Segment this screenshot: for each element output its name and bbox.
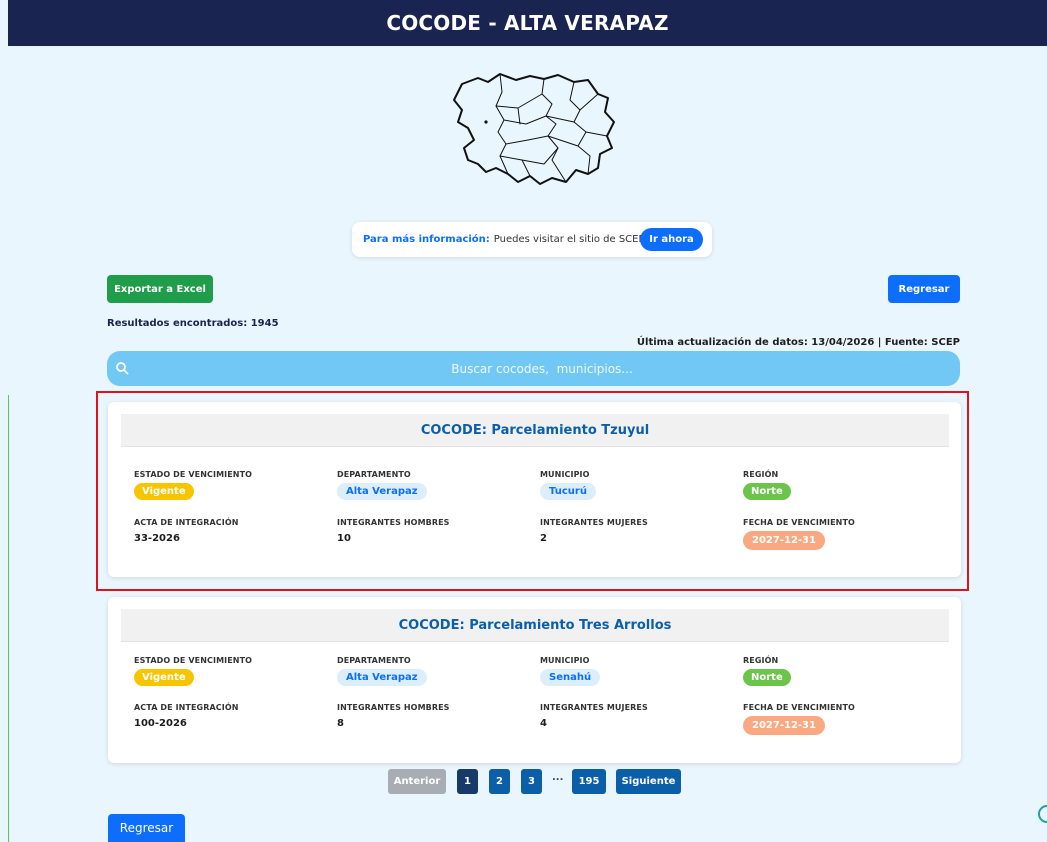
page-1-button[interactable]: 1 xyxy=(457,769,478,794)
page-title: COCODE - ALTA VERAPAZ xyxy=(386,11,669,35)
women-count: 4 xyxy=(540,718,547,729)
next-page-button[interactable]: Siguiente xyxy=(616,769,681,794)
label-fecha: FECHA DE VENCIMIENTO xyxy=(743,703,855,712)
page-2-button[interactable]: 2 xyxy=(489,769,510,794)
label-region: REGIÓN xyxy=(743,656,779,665)
info-lead: Para más información: xyxy=(363,234,490,245)
label-mujeres: INTEGRANTES MUJERES xyxy=(540,703,648,712)
region-badge: Norte xyxy=(743,669,791,686)
label-hombres: INTEGRANTES HOMBRES xyxy=(337,703,450,712)
label-acta: ACTA DE INTEGRACIÓN xyxy=(134,703,239,712)
info-text: Puedes visitar el sitio de SCEP: xyxy=(493,234,648,245)
card-title: COCODE: Parcelamiento Tres Arrollos xyxy=(398,617,672,633)
municipality-badge: Senahú xyxy=(540,669,601,686)
previous-page-button[interactable]: Anterior xyxy=(388,769,446,794)
field-hombres: INTEGRANTES HOMBRES 8 xyxy=(337,703,450,729)
search-input[interactable] xyxy=(137,351,947,386)
search-icon xyxy=(116,362,129,375)
label-estado: ESTADO DE VENCIMIENTO xyxy=(134,656,253,665)
expiry-date-badge: 2027-12-31 xyxy=(743,716,825,735)
last-page-button[interactable]: 195 xyxy=(572,769,606,794)
left-divider xyxy=(8,395,9,842)
pagination-ellipsis: ... xyxy=(552,772,564,783)
go-now-button[interactable]: Ir ahora xyxy=(640,228,703,251)
field-fecha: FECHA DE VENCIMIENTO 2027-12-31 xyxy=(743,703,855,735)
export-excel-button[interactable]: Exportar a Excel xyxy=(107,275,213,303)
card-header: COCODE: Parcelamiento Tres Arrollos xyxy=(121,609,949,642)
circle-check-icon[interactable] xyxy=(1038,805,1047,823)
field-mujeres: INTEGRANTES MUJERES 4 xyxy=(540,703,648,729)
field-municipio: MUNICIPIO Senahú xyxy=(540,656,601,686)
field-estado: ESTADO DE VENCIMIENTO Vigente xyxy=(134,656,252,686)
back-button-bottom[interactable]: Regresar xyxy=(108,814,185,842)
acta-value: 100-2026 xyxy=(134,718,187,729)
search-bar[interactable] xyxy=(107,351,960,386)
info-banner: Para más información: Puedes visitar el … xyxy=(352,222,712,257)
highlight-frame xyxy=(96,391,969,591)
page-3-button[interactable]: 3 xyxy=(521,769,542,794)
back-button-top[interactable]: Regresar xyxy=(888,275,960,303)
status-badge: Vigente xyxy=(134,669,194,686)
map-icon xyxy=(453,73,615,185)
department-badge: Alta Verapaz xyxy=(337,669,427,686)
cocode-card: COCODE: Parcelamiento Tres Arrollos ESTA… xyxy=(108,597,961,763)
last-updated: Última actualización de datos: 13/04/202… xyxy=(636,337,960,348)
results-count: Resultados encontrados: 1945 xyxy=(107,318,279,329)
label-municipio: MUNICIPIO xyxy=(540,656,590,665)
label-departamento: DEPARTAMENTO xyxy=(337,656,411,665)
men-count: 8 xyxy=(337,718,344,729)
field-departamento: DEPARTAMENTO Alta Verapaz xyxy=(337,656,427,686)
field-region: REGIÓN Norte xyxy=(743,656,791,686)
field-acta: ACTA DE INTEGRACIÓN 100-2026 xyxy=(134,703,239,729)
page-header: COCODE - ALTA VERAPAZ xyxy=(8,0,1047,46)
